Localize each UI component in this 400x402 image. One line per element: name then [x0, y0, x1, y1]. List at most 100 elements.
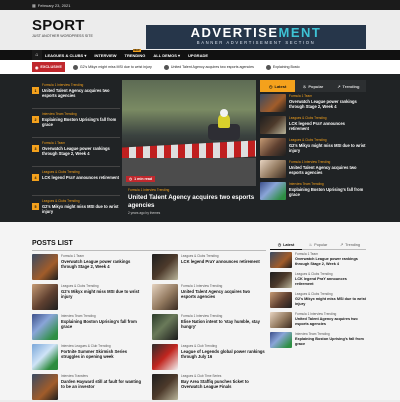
- site-branding[interactable]: SPORT JUST ANOTHER WORDPRESS SITE: [32, 18, 93, 38]
- post-title[interactable]: Fortnite Summer Skirmish Series struggle…: [61, 349, 146, 359]
- post-title[interactable]: G2's Mikyx might miss MSI due to wrist i…: [42, 204, 120, 214]
- list-item[interactable]: Interview Team Trending Explaining Boston…: [270, 330, 366, 350]
- post-card[interactable]: Leagues & Clubs Trending G2's Mikyx might…: [32, 284, 146, 312]
- post-title[interactable]: Explaining Boston Uprising's fall from g…: [42, 117, 120, 127]
- post-category[interactable]: Formula 1 Interview Trending: [181, 314, 266, 318]
- tab-popular[interactable]: ♨ Popular: [295, 80, 331, 92]
- post-title[interactable]: LCK legend PraY announces retirement: [295, 277, 366, 286]
- post-card[interactable]: Interview Team Trending Explaining Boston…: [32, 314, 146, 342]
- post-card[interactable]: Interview Transfers Darden Hayward still …: [32, 374, 146, 402]
- post-category[interactable]: Formula 1 Team: [61, 254, 146, 258]
- post-title[interactable]: Explaining Boston Uprising's fall from g…: [289, 187, 366, 197]
- post-title[interactable]: Bay Area Staffiq punches ticket to Overw…: [181, 379, 266, 389]
- post-title[interactable]: League of Legends global power rankings …: [181, 349, 266, 359]
- list-item[interactable]: Leagues & Clubs Trending LCK legend PraY …: [260, 114, 366, 136]
- post-title[interactable]: Overwatch League power rankings through …: [289, 99, 366, 109]
- ticker-item[interactable]: United Talent Agency acquires two esport…: [163, 64, 254, 70]
- post-thumbnail[interactable]: [270, 332, 292, 348]
- nav-item-trending[interactable]: TRENDING NEW: [125, 48, 145, 58]
- featured-title[interactable]: United Talent Agency acquires two esport…: [128, 194, 258, 209]
- post-title[interactable]: Explaining Boston Uprising's fall from g…: [295, 337, 366, 346]
- post-thumbnail[interactable]: [32, 374, 58, 400]
- list-item[interactable]: Formula 1 Team Overwatch League power ran…: [260, 92, 366, 114]
- advertisement-banner[interactable]: ADVERTISEMENT BANNER ADVERTISEMENT SECTI…: [146, 25, 366, 49]
- post-thumbnail[interactable]: [32, 314, 58, 340]
- list-item[interactable]: Formula 1 Interview Trending United Talen…: [270, 310, 366, 330]
- post-thumbnail[interactable]: [152, 254, 178, 280]
- post-thumbnail[interactable]: [32, 254, 58, 280]
- ticker-item[interactable]: G2's Mikyx might miss MSI due to wrist i…: [72, 64, 152, 70]
- post-category[interactable]: Formula 1 Interview Trending: [42, 83, 120, 87]
- post-title[interactable]: Darden Hayward still at fault for wantin…: [61, 379, 146, 389]
- post-category[interactable]: Leagues & Clubs Trending: [289, 138, 366, 142]
- tab-trending[interactable]: ↗ Trending: [334, 240, 366, 250]
- post-thumbnail[interactable]: [32, 284, 58, 310]
- post-category[interactable]: Leagues & Clubs Trending: [181, 254, 260, 258]
- post-thumbnail[interactable]: [270, 312, 292, 328]
- post-category[interactable]: Formula 1 Interview Trending: [289, 160, 366, 164]
- post-title[interactable]: LCK legend PraY announces retirement: [181, 259, 260, 264]
- post-category[interactable]: Interview Leagues & Club Trending: [61, 344, 146, 348]
- post-thumbnail[interactable]: [152, 374, 178, 400]
- post-category[interactable]: Leagues & Club Time Series: [181, 374, 266, 378]
- list-item[interactable]: 1 Formula 1 Interview Trending United Ta…: [32, 80, 120, 109]
- post-category[interactable]: Leagues & Clubs Trending: [289, 116, 366, 120]
- post-category[interactable]: Interview Team Trending: [295, 332, 366, 336]
- post-card[interactable]: Formula 1 Team Overwatch League power ran…: [32, 254, 146, 282]
- post-card[interactable]: Leagues & Club Time Series Bay Area Staff…: [152, 374, 266, 402]
- list-item[interactable]: Interview Team Trending Explaining Boston…: [260, 180, 366, 202]
- post-category[interactable]: Leagues & Clubs Trending: [295, 272, 366, 276]
- post-card[interactable]: Leagues & Club Trending League of Legends…: [152, 344, 266, 372]
- nav-item-interview[interactable]: INTERVIEW: [94, 53, 116, 58]
- post-thumbnail[interactable]: [152, 314, 178, 340]
- post-title[interactable]: G2's Mikyx might miss MSI due to wrist i…: [295, 297, 366, 306]
- tab-latest[interactable]: ◷ Latest: [270, 240, 302, 250]
- post-category[interactable]: Formula 1 Team: [295, 252, 366, 256]
- post-title[interactable]: LCK legend PraY announces retirement: [42, 175, 120, 180]
- post-title[interactable]: Elise Nation intent to 'stay humble, sta…: [181, 319, 266, 329]
- post-card[interactable]: Formula 1 Interview Trending United Talen…: [152, 284, 266, 312]
- post-thumbnail[interactable]: [260, 182, 286, 200]
- tab-popular[interactable]: ♨ Popular: [302, 240, 334, 250]
- post-category[interactable]: Leagues & Clubs Trending: [42, 170, 120, 174]
- list-item[interactable]: Leagues & Clubs Trending LCK legend PraY …: [270, 270, 366, 290]
- post-thumbnail[interactable]: [260, 94, 286, 112]
- post-thumbnail[interactable]: [260, 116, 286, 134]
- post-thumbnail[interactable]: [270, 272, 292, 288]
- post-category[interactable]: Interview Transfers: [61, 374, 146, 378]
- post-category[interactable]: Interview Team Trending: [61, 314, 146, 318]
- post-category[interactable]: Leagues & Clubs Trending: [61, 284, 146, 288]
- post-title[interactable]: Overwatch League power rankings through …: [61, 259, 146, 269]
- list-item[interactable]: Formula 1 Interview Trending United Talen…: [260, 158, 366, 180]
- post-card[interactable]: Leagues & Clubs Trending LCK legend PraY …: [152, 254, 266, 282]
- post-title[interactable]: United Talent Agency acquires two esport…: [42, 88, 120, 98]
- post-title[interactable]: United Talent Agency acquires two esport…: [181, 289, 266, 299]
- featured-image[interactable]: ◷ 1 min read: [122, 80, 256, 186]
- post-card[interactable]: Interview Leagues & Club Trending Fortnit…: [32, 344, 146, 372]
- post-category[interactable]: Interview Team Trending: [289, 182, 366, 186]
- post-category[interactable]: Formula 1 Interview Trending: [181, 284, 266, 288]
- post-card[interactable]: Formula 1 Interview Trending Elise Nation…: [152, 314, 266, 342]
- site-title[interactable]: SPORT: [32, 18, 93, 33]
- list-item[interactable]: 4 Leagues & Clubs Trending LCK legend Pr…: [32, 167, 120, 196]
- list-item[interactable]: Leagues & Clubs Trending G2's Mikyx might…: [270, 290, 366, 310]
- post-thumbnail[interactable]: [260, 160, 286, 178]
- post-title[interactable]: G2's Mikyx might miss MSI due to wrist i…: [61, 289, 146, 299]
- featured-category[interactable]: Formula 1 Interview Trending: [128, 188, 258, 192]
- post-title[interactable]: Overwatch League power rankings through …: [295, 257, 366, 266]
- post-thumbnail[interactable]: [270, 292, 292, 308]
- post-category[interactable]: Leagues & Clubs Trending: [42, 199, 120, 203]
- post-thumbnail[interactable]: [260, 138, 286, 156]
- post-title[interactable]: LCK legend PraY announces retirement: [289, 121, 366, 131]
- post-category[interactable]: Leagues & Club Trending: [181, 344, 266, 348]
- nav-item-upgrade[interactable]: UPGRADE: [188, 53, 208, 58]
- post-category[interactable]: Formula 1 Team: [42, 141, 120, 145]
- post-category[interactable]: Formula 1 Interview Trending: [295, 312, 366, 316]
- post-thumbnail[interactable]: [32, 344, 58, 370]
- post-title[interactable]: G2's Mikyx might miss MSI due to wrist i…: [289, 143, 366, 153]
- post-title[interactable]: United Talent Agency acquires two esport…: [295, 317, 366, 326]
- post-thumbnail[interactable]: [152, 344, 178, 370]
- post-thumbnail[interactable]: [152, 284, 178, 310]
- nav-item-leagues[interactable]: LEAGUES & CLUBS ▾: [45, 53, 86, 58]
- post-category[interactable]: Leagues & Clubs Trending: [295, 292, 366, 296]
